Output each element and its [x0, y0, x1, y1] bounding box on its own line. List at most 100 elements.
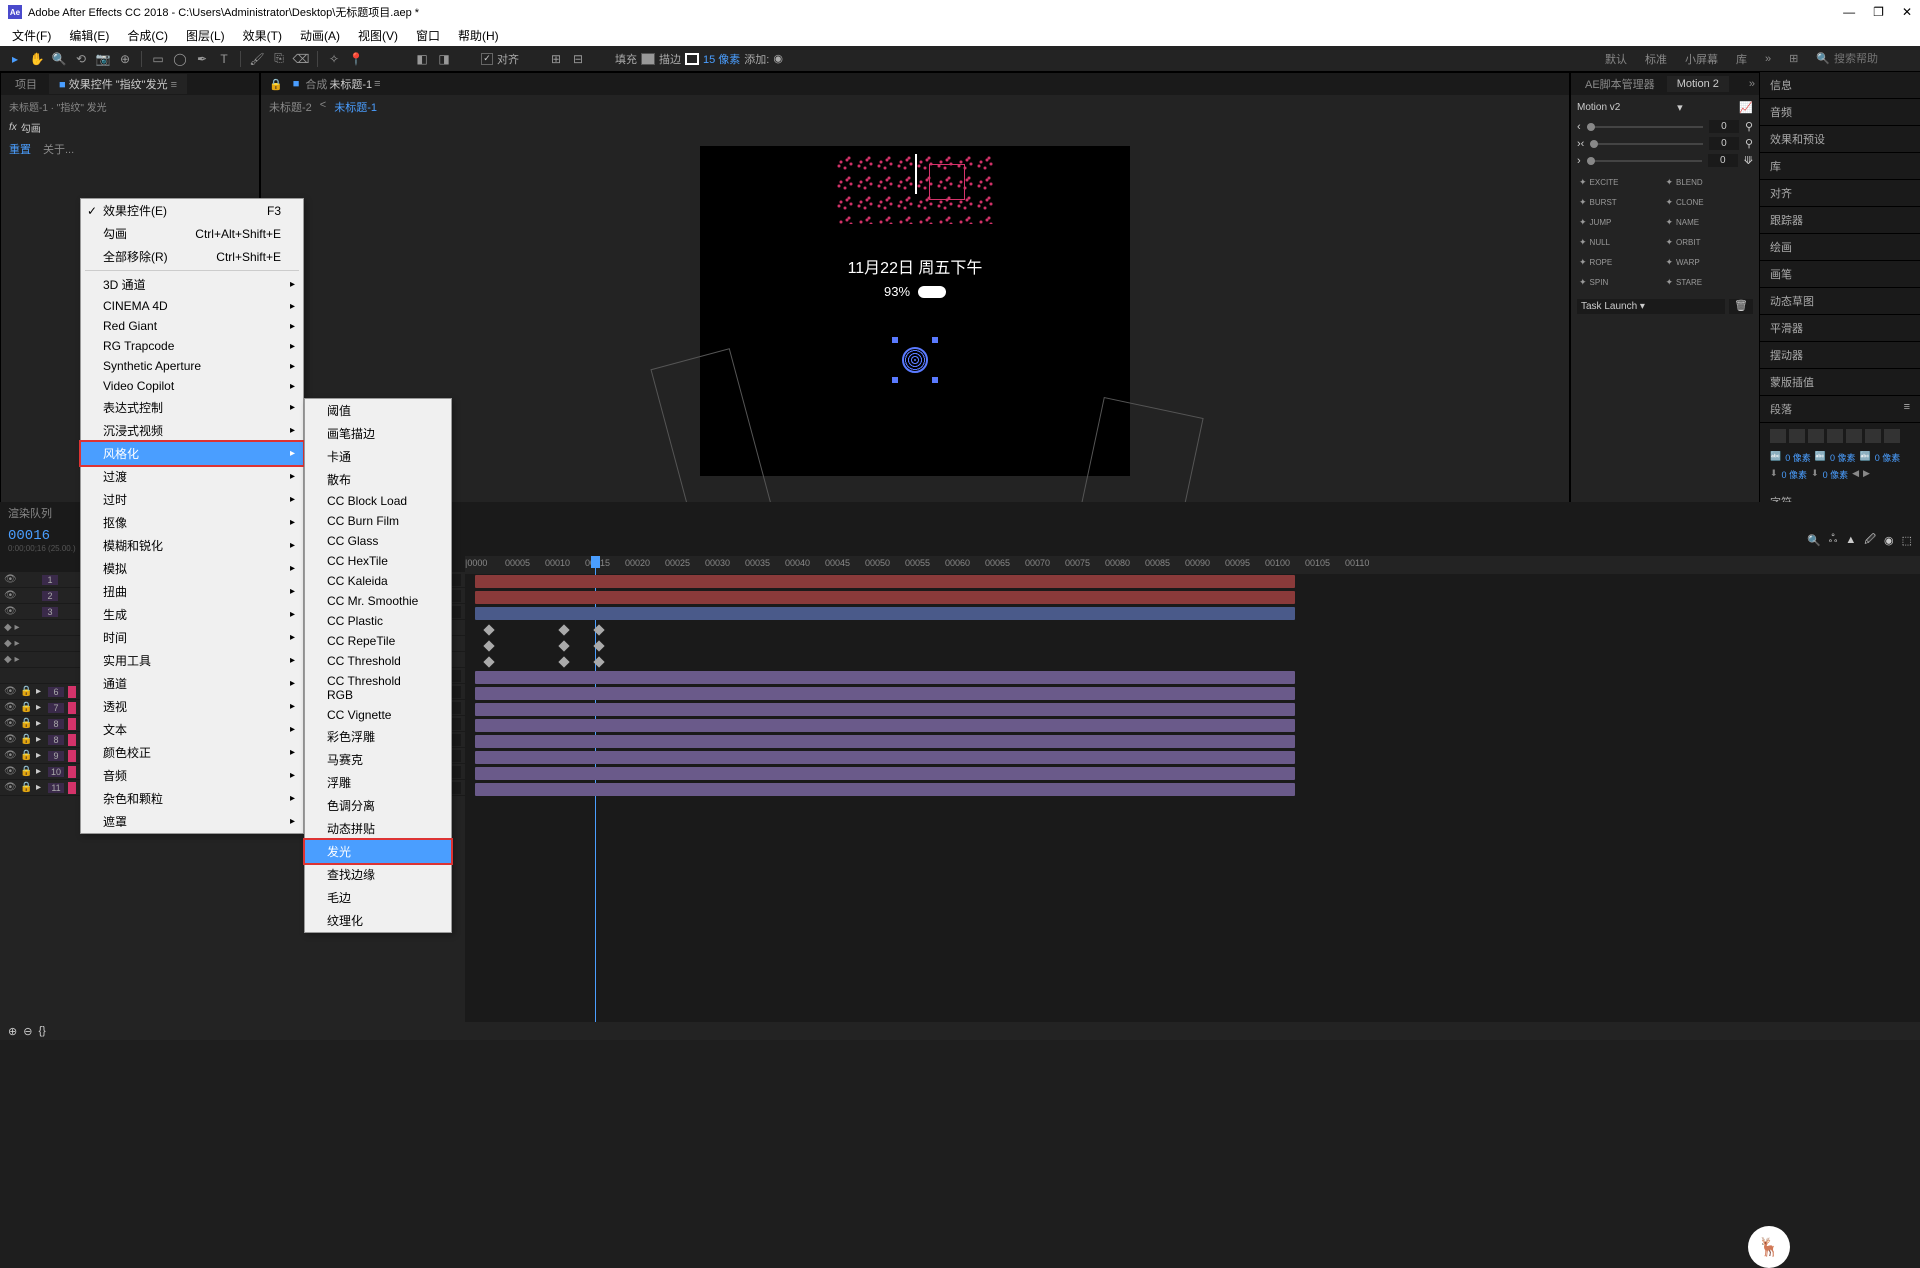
panel-2[interactable]: 效果和预设 — [1760, 126, 1920, 153]
selection-box[interactable] — [929, 164, 965, 200]
cm2-item-19[interactable]: 动态拼贴 — [305, 817, 451, 840]
layer-color[interactable] — [68, 686, 76, 698]
cm2-item-4[interactable]: CC Block Load — [305, 491, 451, 511]
align-btn-3[interactable] — [1827, 429, 1843, 443]
eye-icon[interactable]: 👁 — [4, 590, 16, 601]
hand-tool[interactable]: ✋ — [28, 50, 46, 68]
motion-name[interactable]: NAME — [1663, 213, 1747, 231]
snap-checkbox[interactable]: ✓ — [481, 53, 493, 65]
motion-graph-icon[interactable]: 📈 — [1739, 101, 1753, 114]
tl-toggle1[interactable]: ⊕ — [8, 1025, 17, 1038]
panel-7[interactable]: 画笔 — [1760, 261, 1920, 288]
effect-name[interactable]: 勾画 — [21, 120, 41, 135]
slider-2-val[interactable]: 0 — [1709, 137, 1739, 150]
delete-button[interactable]: 🗑 — [1729, 299, 1753, 314]
cm2-item-14[interactable]: CC Vignette — [305, 705, 451, 725]
keyframe[interactable] — [593, 624, 604, 635]
selection-tool[interactable]: ▸ — [6, 50, 24, 68]
menu-view[interactable]: 视图(V) — [350, 25, 406, 46]
slider-1[interactable] — [1587, 126, 1703, 128]
keyframe[interactable] — [593, 656, 604, 667]
fingerprint-icon[interactable] — [894, 339, 936, 381]
track-bar[interactable] — [475, 735, 1295, 748]
track-bar[interactable] — [475, 719, 1295, 732]
tl-tool3[interactable]: ▲ — [1845, 534, 1856, 546]
keyframe[interactable] — [483, 640, 494, 651]
cm2-item-12[interactable]: CC Threshold — [305, 651, 451, 671]
eye-icon[interactable]: 👁 — [4, 702, 16, 713]
tl-tool5[interactable]: ◉ — [1884, 534, 1894, 547]
eye-icon[interactable]: 👁 — [4, 782, 16, 793]
mask-mode-icon2[interactable]: ◨ — [435, 50, 453, 68]
orbit-tool[interactable]: ⟲ — [72, 50, 90, 68]
add-icon[interactable]: ◉ — [773, 52, 783, 65]
cm2-item-11[interactable]: CC RepeTile — [305, 631, 451, 651]
stroke-label[interactable]: 描边 — [659, 51, 681, 67]
cm-group-17[interactable]: 实用工具 — [81, 649, 303, 672]
search-input[interactable] — [1834, 53, 1914, 65]
motion-dropdown[interactable]: ▾ — [1677, 101, 1683, 114]
eye-icon[interactable]: 👁 — [4, 574, 16, 585]
lock-icon[interactable]: 🔒 — [20, 750, 32, 761]
cm2-item-21[interactable]: 查找边缘 — [305, 863, 451, 886]
align-btn-5[interactable] — [1865, 429, 1881, 443]
workspace-more[interactable]: » — [1765, 53, 1771, 65]
panel-10[interactable]: 摆动器 — [1760, 342, 1920, 369]
tl-toggle2[interactable]: ⊖ — [23, 1025, 32, 1038]
ellipse-tool[interactable]: ◯ — [171, 50, 189, 68]
stroke-swatch[interactable] — [685, 53, 699, 65]
reset-link[interactable]: 重置 — [9, 141, 31, 157]
comp-lock-icon[interactable]: 🔒 — [265, 78, 287, 91]
workspace-standard[interactable]: 标准 — [1645, 51, 1667, 67]
cm2-item-17[interactable]: 浮雕 — [305, 771, 451, 794]
lock-icon[interactable]: 🔒 — [20, 718, 32, 729]
tl-tool4[interactable]: 🖉 — [1864, 531, 1876, 550]
workspace-icon[interactable]: ⊞ — [1789, 52, 1798, 65]
cm-group-6[interactable]: 表达式控制 — [81, 396, 303, 419]
project-tab[interactable]: 项目 — [5, 74, 47, 94]
cm2-item-15[interactable]: 彩色浮雕 — [305, 725, 451, 748]
puppet-tool[interactable]: 📍 — [347, 50, 365, 68]
cm-effect-controls[interactable]: 效果控件(E)F3 — [81, 199, 303, 222]
cm-group-20[interactable]: 文本 — [81, 718, 303, 741]
cm2-item-16[interactable]: 马赛克 — [305, 748, 451, 771]
cm-group-4[interactable]: Synthetic Aperture — [81, 356, 303, 376]
layer-color[interactable] — [68, 750, 76, 762]
track-bar[interactable] — [475, 751, 1295, 764]
cm-outline[interactable]: 勾画Ctrl+Alt+Shift+E — [81, 222, 303, 245]
track-bar[interactable] — [475, 575, 1295, 588]
eye-icon[interactable]: 👁 — [4, 750, 16, 761]
layer-color[interactable] — [68, 766, 76, 778]
eye-icon[interactable]: 👁 — [4, 766, 16, 777]
cm-group-1[interactable]: CINEMA 4D — [81, 296, 303, 316]
cm-group-22[interactable]: 音频 — [81, 764, 303, 787]
keyframe[interactable] — [558, 624, 569, 635]
ae-script-tab[interactable]: AE脚本管理器 — [1575, 74, 1665, 94]
menu-window[interactable]: 窗口 — [408, 25, 448, 46]
keyframe[interactable] — [483, 656, 494, 667]
motion-burst[interactable]: BURST — [1577, 193, 1661, 211]
motion2-tab[interactable]: Motion 2 — [1667, 76, 1729, 92]
cm2-item-22[interactable]: 毛边 — [305, 886, 451, 909]
lock-icon[interactable]: 🔒 — [20, 702, 32, 713]
align-btn-1[interactable] — [1789, 429, 1805, 443]
lock-icon[interactable]: 🔒 — [20, 766, 32, 777]
anchor-icon[interactable]: ⟱ — [1744, 154, 1753, 167]
motion-orbit[interactable]: ORBIT — [1663, 233, 1747, 251]
render-queue-tab[interactable]: 渲染队列 — [8, 505, 52, 521]
cm2-item-3[interactable]: 散布 — [305, 468, 451, 491]
snap-opt2[interactable]: ⊟ — [569, 50, 587, 68]
breadcrumb-1[interactable]: 未标题-2 — [269, 99, 312, 115]
panel-1[interactable]: 音频 — [1760, 99, 1920, 126]
fill-label[interactable]: 填充 — [615, 51, 637, 67]
zoom-tool[interactable]: 🔍 — [50, 50, 68, 68]
cm-group-19[interactable]: 透视 — [81, 695, 303, 718]
pen-tool[interactable]: ✒ — [193, 50, 211, 68]
cm2-item-0[interactable]: 阈值 — [305, 399, 451, 422]
tl-tool6[interactable]: ⬚ — [1902, 534, 1912, 547]
cm-group-11[interactable]: 抠像 — [81, 511, 303, 534]
eye-icon[interactable]: 👁 — [4, 686, 16, 697]
menu-effect[interactable]: 效果(T) — [235, 25, 290, 46]
cm-group-15[interactable]: 生成 — [81, 603, 303, 626]
slider-3[interactable] — [1587, 160, 1702, 162]
